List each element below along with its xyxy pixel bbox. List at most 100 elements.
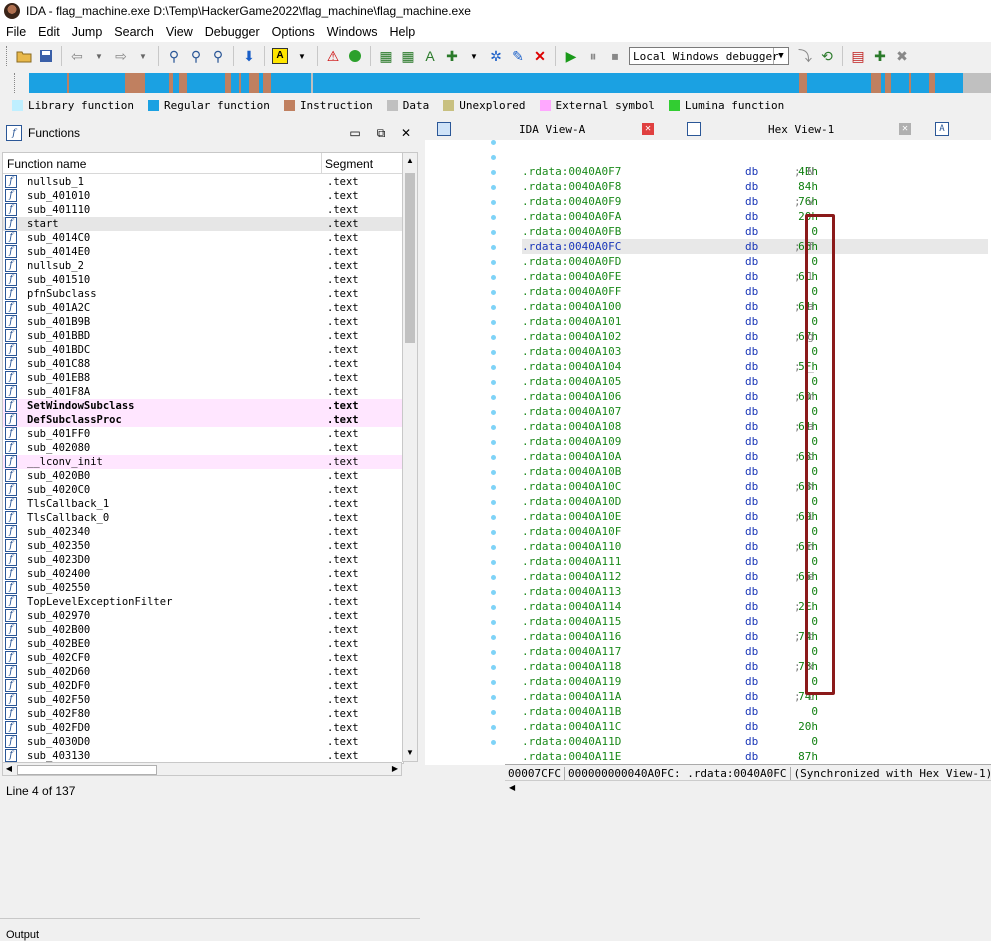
disasm-line[interactable]: .rdata:0040A106 db 6Dh; m (522, 389, 988, 404)
disasm-line[interactable]: .rdata:0040A10C db 68h; h (522, 479, 988, 494)
menu-file[interactable]: File (0, 25, 32, 39)
menu-help[interactable]: Help (383, 25, 421, 39)
binoculars-next-icon[interactable]: ⚲ (208, 46, 228, 66)
function-row[interactable]: f sub_401110 .text (3, 203, 403, 217)
function-row[interactable]: f sub_402DF0 .text (3, 679, 403, 693)
disasm-line[interactable]: .rdata:0040A0FC db 66h; f (522, 239, 988, 254)
function-row[interactable]: f SetWindowSubclass .text (3, 399, 403, 413)
disasm-line[interactable]: .rdata:0040A109 db 0 (522, 434, 988, 449)
function-row[interactable]: f start .text (3, 217, 403, 231)
close-tab-icon[interactable]: ✕ (899, 123, 911, 135)
disasm-line[interactable]: .rdata:0040A118 db 78h; x (522, 659, 988, 674)
disasm-line[interactable]: .rdata:0040A115 db 0 (522, 614, 988, 629)
function-row[interactable]: f TlsCallback_1 .text (3, 497, 403, 511)
disasm-line[interactable]: .rdata:0040A0FF db 0 (522, 284, 988, 299)
function-row[interactable]: f sub_401F8A .text (3, 385, 403, 399)
navband-grip[interactable] (14, 73, 18, 93)
step-into-icon[interactable]: ⤵ (795, 46, 815, 66)
disasm-line[interactable]: .rdata:0040A11E db 87h (522, 749, 988, 764)
function-row[interactable]: f sub_401EB8 .text (3, 371, 403, 385)
disasm-line[interactable]: .rdata:0040A113 db 0 (522, 584, 988, 599)
disasm-line[interactable]: .rdata:0040A100 db 61h; a (522, 299, 988, 314)
disasm-line[interactable]: .rdata:0040A102 db 67h; g (522, 329, 988, 344)
scroll-right-icon[interactable]: ▶ (389, 763, 401, 775)
disasm-line[interactable]: .rdata:0040A10F db 0 (522, 524, 988, 539)
disasm-line[interactable]: .rdata:0040A117 db 0 (522, 644, 988, 659)
ida-view-listing[interactable]: .rdata:0040A0F7 db 4Eh; N .rdata:0040A0F8 db… (425, 140, 991, 765)
function-row[interactable]: f sub_4014E0 .text (3, 245, 403, 259)
disasm-line[interactable]: .rdata:0040A11B db 0 (522, 704, 988, 719)
disasm-line[interactable]: .rdata:0040A103 db 0 (522, 344, 988, 359)
function-row[interactable]: f sub_402F80 .text (3, 707, 403, 721)
menu-debugger[interactable]: Debugger (199, 25, 266, 39)
forward-arrow-icon[interactable]: ⇨ (111, 46, 131, 66)
disasm-line[interactable]: .rdata:0040A101 db 0 (522, 314, 988, 329)
function-row[interactable]: f sub_4030D0 .text (3, 735, 403, 749)
function-row[interactable]: f sub_401C88 .text (3, 357, 403, 371)
disasm-line[interactable]: .rdata:0040A10D db 0 (522, 494, 988, 509)
disasm-line[interactable]: .rdata:0040A10B db 0 (522, 464, 988, 479)
float-window-icon[interactable]: ⧉ (374, 126, 388, 140)
delete-red-x-icon[interactable]: ✕ (530, 46, 550, 66)
function-row[interactable]: f sub_402FD0 .text (3, 721, 403, 735)
disasm-line[interactable]: .rdata:0040A10E db 69h; i (522, 509, 988, 524)
scroll-thumb[interactable] (405, 173, 415, 343)
menu-edit[interactable]: Edit (32, 25, 66, 39)
function-row[interactable]: f DefSubclassProc .text (3, 413, 403, 427)
disasm-line[interactable]: .rdata:0040A114 db 2Eh; . (522, 599, 988, 614)
scroll-up-icon[interactable]: ▲ (403, 153, 417, 169)
green-circle-icon[interactable] (345, 46, 365, 66)
structures-tab-icon[interactable]: A (935, 120, 949, 138)
function-row[interactable]: f sub_401BBD .text (3, 329, 403, 343)
error-warning-icon[interactable]: ⚠ (323, 46, 343, 66)
function-row[interactable]: f nullsub_2 .text (3, 259, 403, 273)
menu-options[interactable]: Options (266, 25, 321, 39)
function-row[interactable]: f sub_402970 .text (3, 609, 403, 623)
debugger-select[interactable]: Local Windows debugger ▼ (629, 47, 789, 65)
disasm-line[interactable]: .rdata:0040A116 db 74h; t (522, 629, 988, 644)
array-dropdown-icon[interactable]: ▼ (464, 46, 484, 66)
make-ascii-icon[interactable]: A (420, 46, 440, 66)
undefine-icon[interactable]: ✲ (486, 46, 506, 66)
function-row[interactable]: f sub_401A2C .text (3, 301, 403, 315)
function-row[interactable]: f sub_401BDC .text (3, 343, 403, 357)
tab-hex-view-1[interactable]: Hex View-1 ✕ (768, 120, 913, 138)
function-row[interactable]: f __lconv_init .text (3, 455, 403, 469)
close-tab-icon[interactable]: ✕ (642, 123, 654, 135)
disasm-line[interactable]: .rdata:0040A107 db 0 (522, 404, 988, 419)
binoculars-binary-icon[interactable]: ⚲ (186, 46, 206, 66)
maximize-icon[interactable]: ▭ (348, 126, 362, 140)
back-arrow-icon[interactable]: ⇦ (67, 46, 87, 66)
stop-icon[interactable]: ⏹ (605, 46, 625, 66)
disasm-line[interactable]: .rdata:0040A11A db 74h; t (522, 689, 988, 704)
function-row[interactable]: f sub_402CF0 .text (3, 651, 403, 665)
graph-overview-icon[interactable]: ▤ (848, 46, 868, 66)
function-row[interactable]: f sub_4020B0 .text (3, 469, 403, 483)
function-row[interactable]: f TopLevelExceptionFilter .text (3, 595, 403, 609)
function-row[interactable]: f sub_401B9B .text (3, 315, 403, 329)
disasm-line[interactable]: .rdata:0040A112 db 65h; e (522, 569, 988, 584)
binoculars-text-icon[interactable]: ⚲ (164, 46, 184, 66)
tab-ida-view-a[interactable]: IDA View-A ✕ (519, 120, 664, 138)
disasm-line[interactable]: .rdata:0040A0F7 db 4Eh; N (522, 164, 988, 179)
disassembly-horizontal-scrollbar[interactable]: ◀ (505, 780, 991, 797)
text-color-icon[interactable]: A (270, 46, 290, 66)
scroll-left-icon[interactable]: ◀ (509, 783, 515, 792)
pause-icon[interactable]: ⏸ (583, 46, 603, 66)
function-row[interactable]: f sub_4020C0 .text (3, 483, 403, 497)
disasm-line[interactable]: .rdata:0040A11C db 20h (522, 719, 988, 734)
step-over-icon[interactable]: ⟲ (817, 46, 837, 66)
function-row[interactable]: f sub_402D60 .text (3, 665, 403, 679)
column-segment[interactable]: Segment (325, 157, 373, 171)
color-dropdown-icon[interactable]: ▼ (292, 46, 312, 66)
open-file-icon[interactable] (14, 46, 34, 66)
make-array-icon[interactable]: ✚ (442, 46, 462, 66)
play-start-debug-icon[interactable]: ▶ (561, 46, 581, 66)
disasm-line[interactable]: .rdata:0040A0FE db 6Ch; l (522, 269, 988, 284)
menu-view[interactable]: View (160, 25, 199, 39)
disasm-line[interactable]: .rdata:0040A0FA db 20h (522, 209, 988, 224)
function-row[interactable]: f sub_402F50 .text (3, 693, 403, 707)
disasm-line[interactable]: .rdata:0040A0FD db 0 (522, 254, 988, 269)
function-row[interactable]: f sub_401010 .text (3, 189, 403, 203)
save-icon[interactable] (36, 46, 56, 66)
